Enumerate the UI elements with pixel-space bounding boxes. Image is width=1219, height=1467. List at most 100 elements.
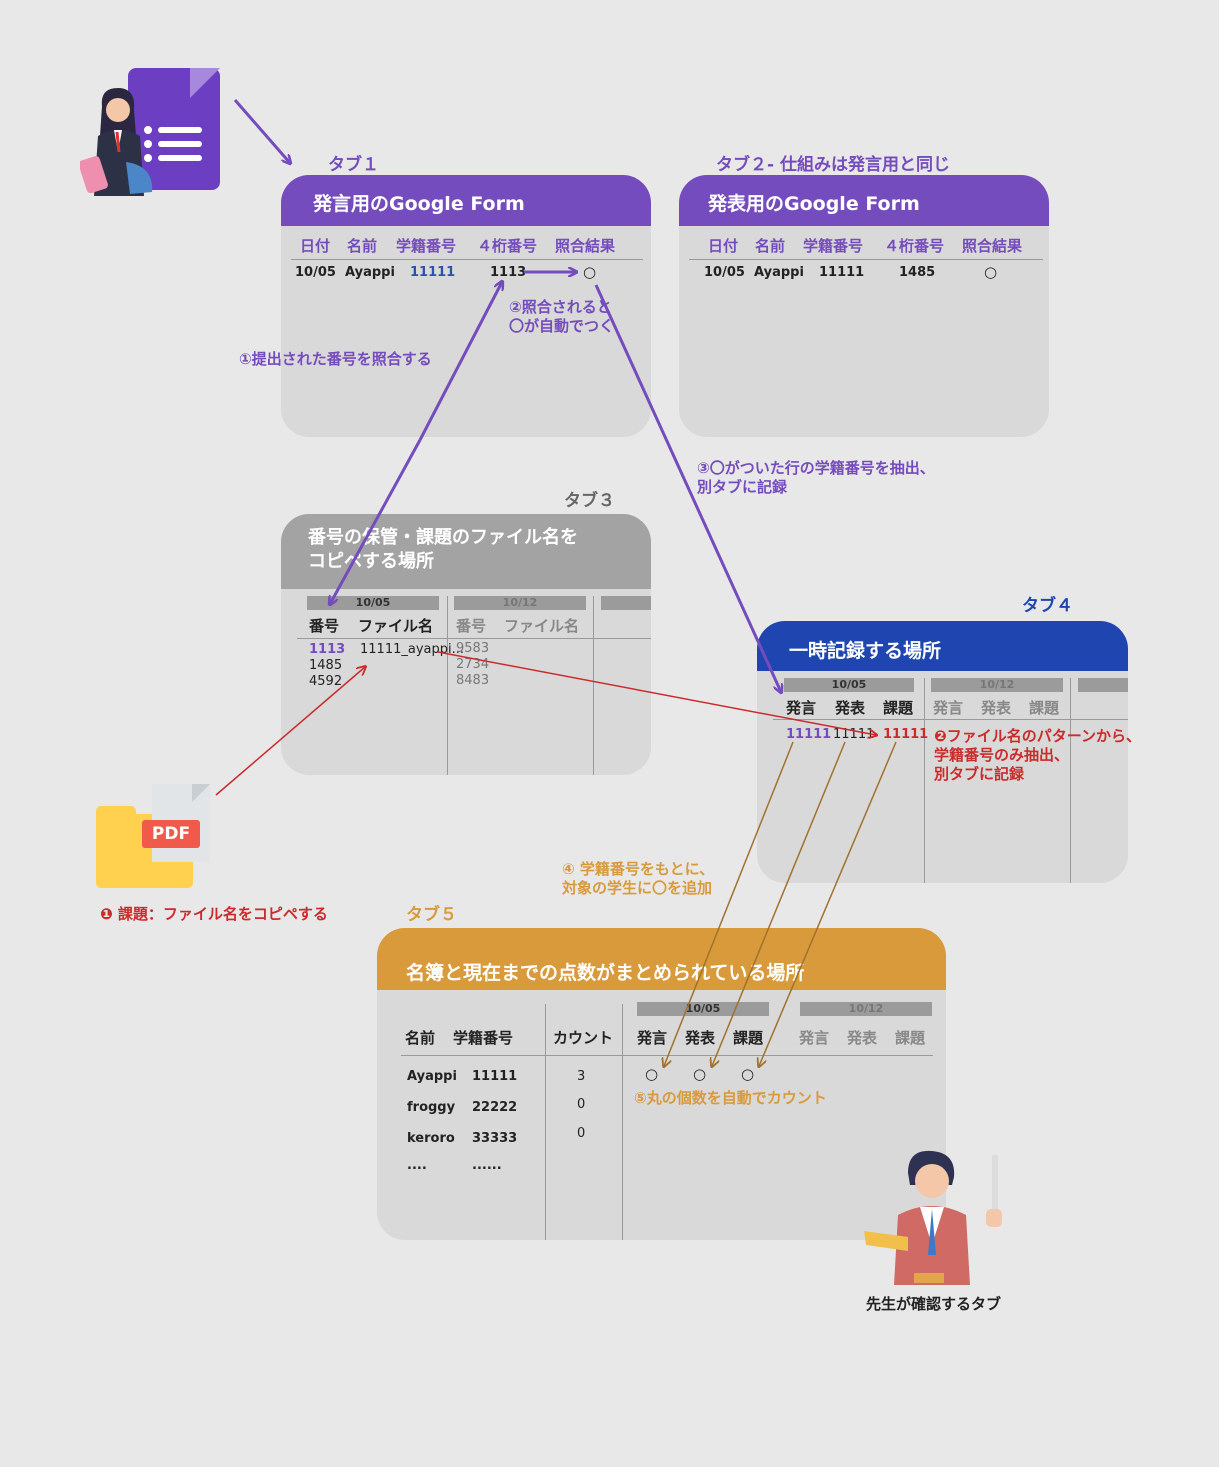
tab5-header: 名簿と現在までの点数がまとめられている場所 — [377, 928, 946, 990]
tab1-col-name: 名前 — [347, 237, 378, 255]
tab5-col-name: 名前 — [405, 1029, 436, 1047]
tab2-header: 発表用のGoogle Form — [679, 175, 1049, 226]
note-step2-line1: ②照合されると — [509, 298, 612, 316]
tab2-col-name: 名前 — [755, 237, 786, 255]
tab3-number2-2: 2734 — [456, 657, 490, 672]
tab3-header: 番号の保管・課題のファイル名を コピペする場所 — [281, 514, 651, 589]
tab5-col-presentation-2: 発表 — [847, 1029, 878, 1047]
tab5-mark-assignment: ○ — [741, 1065, 755, 1083]
tab4-date2: 10/12 — [931, 678, 1063, 692]
tab4-col-statement: 発言 — [786, 699, 817, 717]
tab2-cell-date: 10/05 — [704, 265, 745, 280]
tab5-label: タブ５ — [406, 905, 457, 925]
tab5-mark-statement: ○ — [645, 1065, 659, 1083]
note-step4: ④ 学籍番号をもとに、 対象の学生に〇を追加 — [562, 860, 714, 898]
tab5-row1-name: Ayappi — [407, 1069, 457, 1084]
tab4-header: 一時記録する場所 — [757, 621, 1128, 671]
note-step2: ②照合されると 〇が自動でつく — [509, 298, 614, 336]
tab5-row4-name: .... — [407, 1158, 427, 1173]
tab3-date1: 10/05 — [307, 596, 439, 610]
tab2-col-student-id: 学籍番号 — [803, 237, 864, 255]
tab1-col-student-id: 学籍番号 — [396, 237, 457, 255]
tab2-col-date: 日付 — [708, 237, 739, 255]
note-step-b: ❷ファイル名のパターンから、 学籍番号のみ抽出、 別タブに記録 — [934, 727, 1141, 784]
tab4-date3-bar — [1078, 678, 1128, 692]
tab1-header: 発言用のGoogle Form — [281, 175, 651, 226]
note-step4-line1: ④ 学籍番号をもとに、 — [562, 860, 715, 878]
tab5-col-assignment: 課題 — [733, 1029, 764, 1047]
tab3-col-number: 番号 — [309, 617, 340, 635]
tab5-col-student-id: 学籍番号 — [453, 1029, 514, 1047]
student-icon — [80, 88, 153, 196]
tab5-row1-id: 11111 — [472, 1069, 518, 1084]
tab1-col-date: 日付 — [300, 237, 331, 255]
tab3-number-2: 1485 — [309, 658, 343, 673]
tab3-number-1: 1113 — [309, 642, 346, 657]
tab5-col-assignment-2: 課題 — [895, 1029, 926, 1047]
tab1-cell-result: ○ — [583, 263, 597, 281]
tab4-value-assignment: 11111 — [883, 727, 929, 742]
tab2-cell-name: Ayappi — [754, 265, 804, 280]
tab3-col-filename-2: ファイル名 — [504, 617, 580, 635]
tab1-title: 発言用のGoogle Form — [313, 193, 525, 215]
tab4-col-assignment-2: 課題 — [1029, 699, 1060, 717]
tab3-col-filename: ファイル名 — [358, 617, 434, 635]
tab5-row2-name: froggy — [407, 1100, 456, 1115]
pdf-folder-icon: PDF — [96, 784, 216, 890]
tab5-title: 名簿と現在までの点数がまとめられている場所 — [406, 962, 805, 984]
tab2-panel: 発表用のGoogle Form 日付 名前 学籍番号 ４桁番号 照合結果 10/… — [679, 175, 1049, 437]
note-step5: ⑤丸の個数を自動でカウント — [634, 1089, 827, 1107]
arrow-student-to-form — [233, 99, 290, 163]
tab3-number2-3: 8483 — [456, 673, 490, 688]
tab4-value-statement: 11111 — [786, 727, 832, 742]
tab3-panel: 番号の保管・課題のファイル名を コピペする場所 10/05 10/12 番号 フ… — [281, 514, 651, 775]
pdf-label: PDF — [142, 820, 200, 848]
note-step-b-line2: 学籍番号のみ抽出、 — [934, 746, 1070, 764]
tab5-row3-name: keroro — [407, 1131, 455, 1146]
tab3-number-3: 4592 — [309, 674, 343, 689]
teacher-icon — [864, 1150, 1002, 1285]
note-step3-line2: 別タブに記録 — [697, 478, 788, 496]
tab4-title: 一時記録する場所 — [789, 640, 942, 662]
tab2-cell-result: ○ — [984, 263, 998, 281]
student-with-form-illustration — [80, 66, 225, 196]
tab2-title: 発表用のGoogle Form — [708, 193, 920, 215]
note-step-b-line1: ❷ファイル名のパターンから、 — [934, 727, 1141, 745]
note-step3-line1: ③〇がついた行の学籍番号を抽出、 — [697, 459, 935, 477]
tab5-row1-count: 3 — [577, 1069, 586, 1084]
tab4-col-statement-2: 発言 — [933, 699, 964, 717]
tab5-col-count: カウント — [553, 1029, 614, 1047]
tab4-date1: 10/05 — [784, 678, 914, 692]
tab5-row3-id: 33333 — [472, 1131, 518, 1146]
tab3-col-number-2: 番号 — [456, 617, 487, 635]
note-step4-line2: 対象の学生に〇を追加 — [562, 879, 713, 897]
tab5-row2-id: 22222 — [472, 1100, 518, 1115]
tab5-col-presentation: 発表 — [685, 1029, 716, 1047]
tab3-date3-bar — [601, 596, 651, 610]
tab5-col-statement-2: 発言 — [799, 1029, 830, 1047]
tab4-col-assignment: 課題 — [883, 699, 914, 717]
tab5-row3-count: 0 — [577, 1126, 586, 1141]
tab4-col-presentation: 発表 — [835, 699, 866, 717]
tab4-col-presentation-2: 発表 — [981, 699, 1012, 717]
tab3-number2-1: 9583 — [456, 641, 490, 656]
tab1-cell-date: 10/05 — [295, 265, 336, 280]
tab1-label: タブ１ — [328, 155, 379, 175]
tab5-col-statement: 発言 — [637, 1029, 668, 1047]
tab2-col-result: 照合結果 — [962, 237, 1023, 255]
tab2-cell-student-id: 11111 — [819, 265, 865, 280]
tab3-title-line1: 番号の保管・課題のファイル名を — [308, 527, 578, 548]
tab5-row2-count: 0 — [577, 1097, 586, 1112]
teacher-illustration — [858, 1145, 1008, 1290]
tab1-col-result: 照合結果 — [555, 237, 616, 255]
tab4-label: タブ４ — [1022, 596, 1073, 616]
tab2-col-code: ４桁番号 — [884, 237, 945, 255]
note-step3: ③〇がついた行の学籍番号を抽出、 別タブに記録 — [697, 459, 935, 497]
note-step-a: ❶ 課題：ファイル名をコピペする — [100, 905, 328, 923]
tab5-date2: 10/12 — [800, 1002, 932, 1016]
tab1-cell-code: 1113 — [490, 265, 527, 280]
tab5-date1: 10/05 — [637, 1002, 769, 1016]
tab5-mark-presentation: ○ — [693, 1065, 707, 1083]
tab3-title-line2: コピペする場所 — [308, 551, 434, 572]
tab2-cell-code: 1485 — [899, 265, 936, 280]
